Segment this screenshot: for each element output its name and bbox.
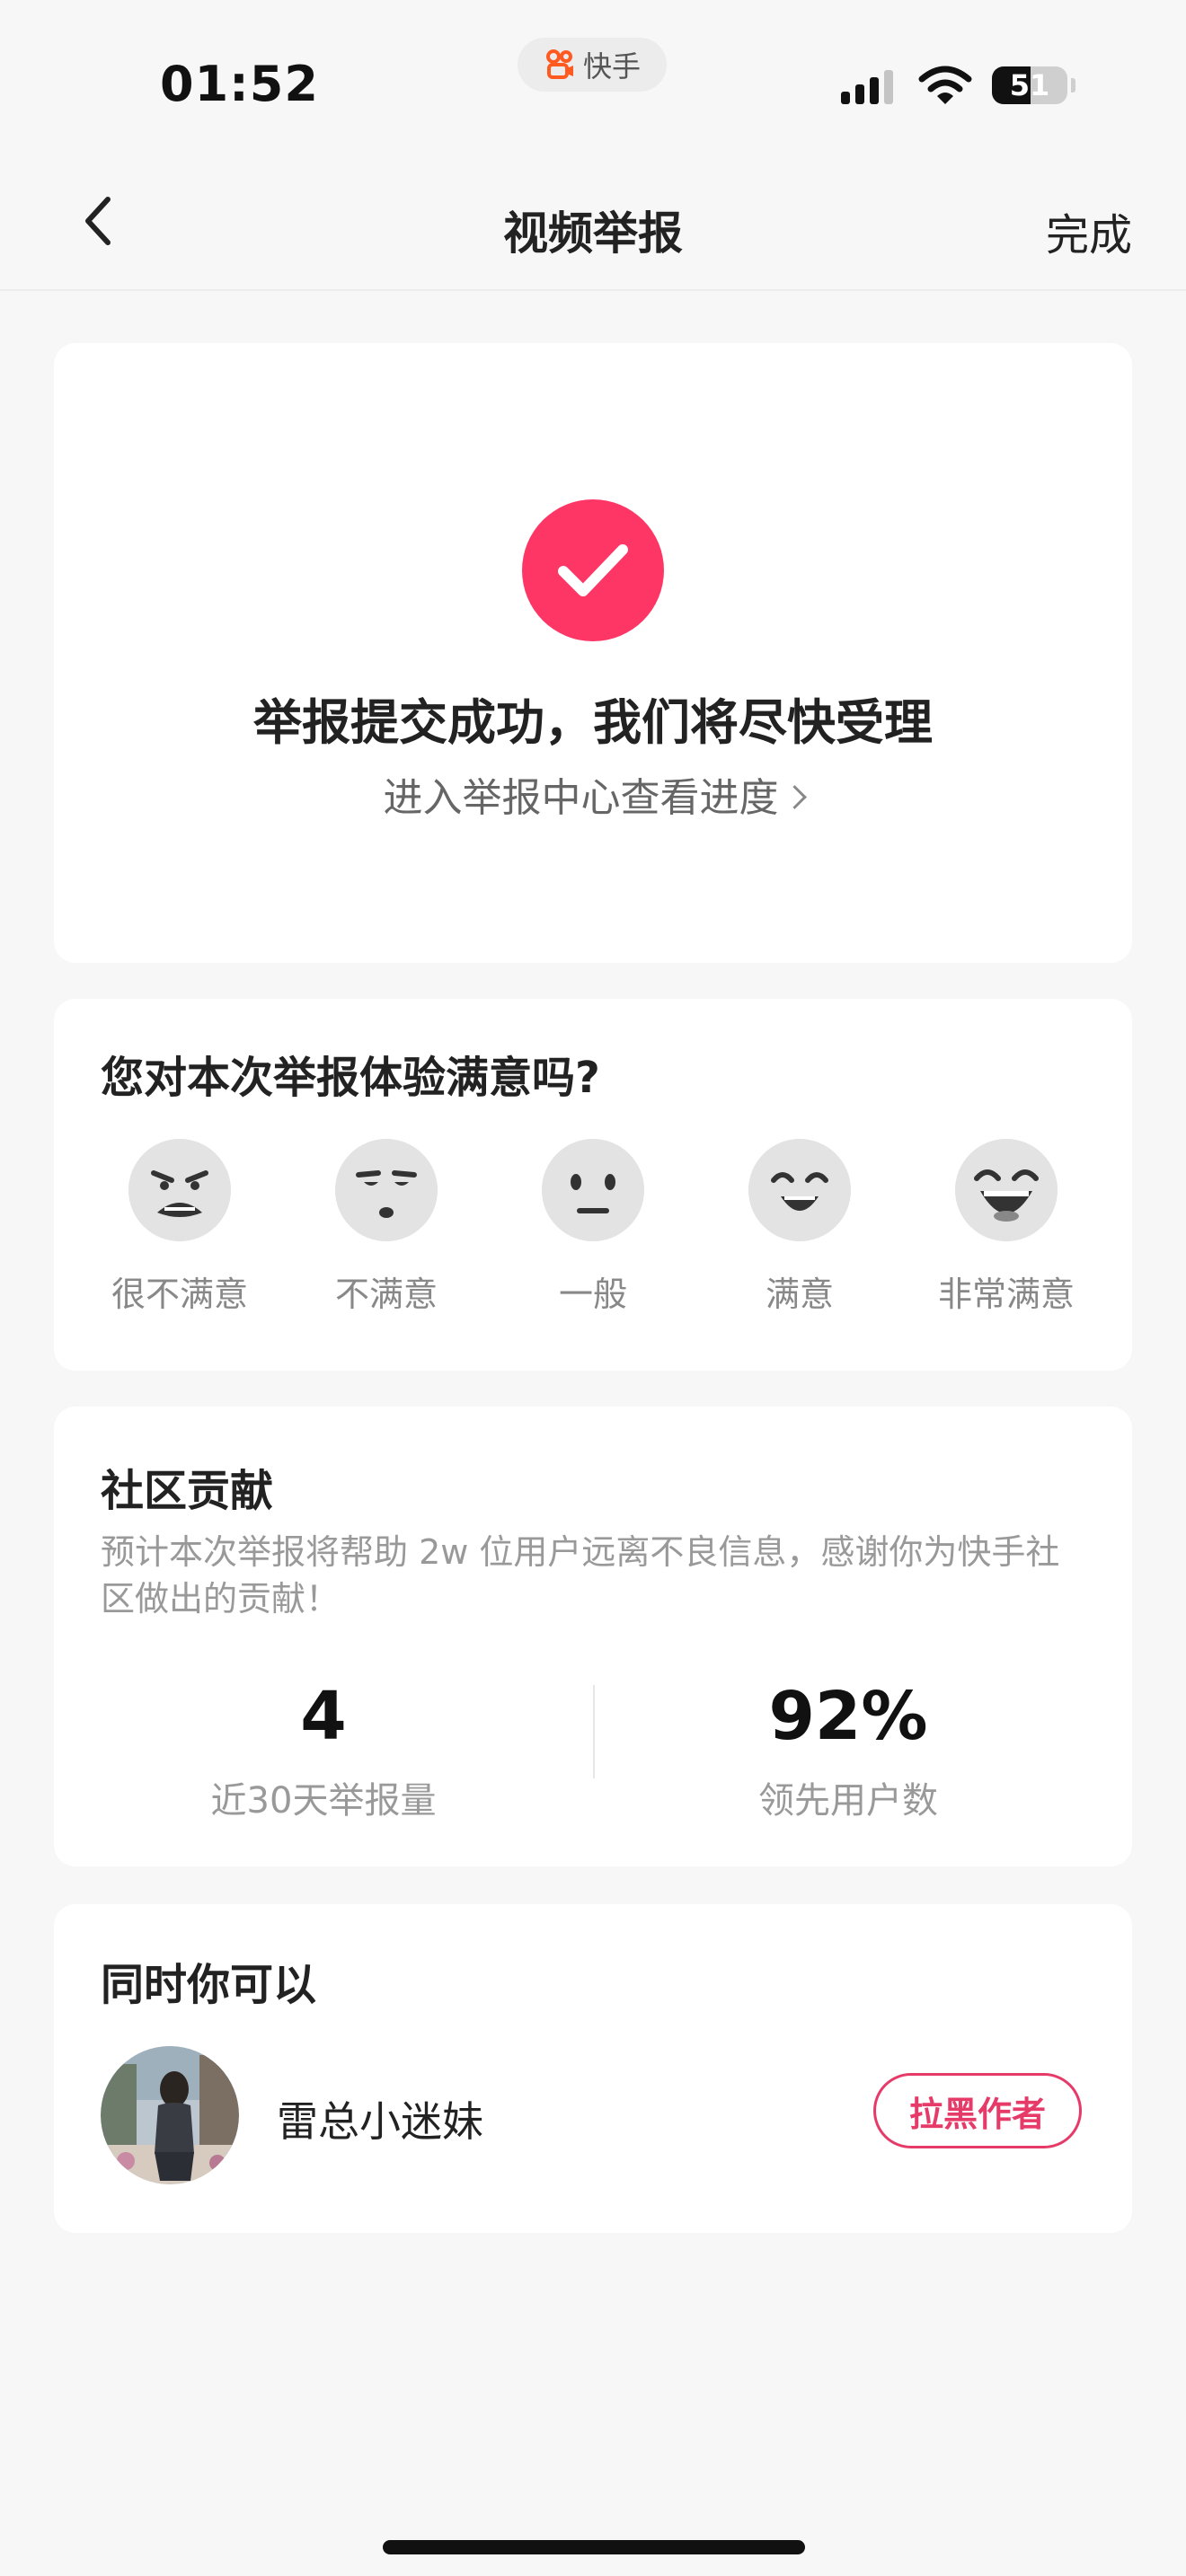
status-time: 01:52 — [160, 56, 319, 112]
stat-lead-percent: 92% 领先用户数 — [624, 1676, 1073, 1823]
satisfaction-question: 您对本次举报体验满意吗? — [101, 1053, 600, 1103]
satisfaction-card: 您对本次举报体验满意吗? 很不满意 不满意 一般 满意 非常满意 — [54, 999, 1132, 1371]
report-success-card: 举报提交成功，我们将尽快受理 进入举报中心查看进度 — [54, 343, 1132, 963]
page-title: 视频举报 — [503, 207, 683, 260]
stat-report-count: 4 近30天举报量 — [99, 1676, 548, 1823]
wifi-icon — [918, 66, 972, 104]
stat-label: 近30天举报量 — [210, 1780, 437, 1822]
author-name: 雷总小迷妹 — [277, 2097, 483, 2146]
rating-label: 满意 — [765, 1275, 834, 1314]
rating-label: 很不满意 — [111, 1275, 248, 1314]
stat-label: 领先用户数 — [758, 1780, 938, 1822]
rating-label: 一般 — [558, 1275, 627, 1314]
very-satisfied-face-icon — [955, 1139, 1058, 1241]
stat-value: 92% — [768, 1678, 928, 1755]
navigation-bar: 视频举报 完成 — [0, 153, 1186, 291]
report-center-link-label: 进入举报中心查看进度 — [383, 775, 779, 821]
success-check-icon — [522, 499, 664, 641]
chevron-right-icon — [782, 784, 807, 809]
status-bar: 01:52 快手 51 — [0, 0, 1186, 153]
done-button[interactable]: 完成 — [1046, 199, 1132, 262]
cellular-signal-icon — [841, 68, 893, 104]
neutral-face-icon — [542, 1139, 644, 1241]
stat-value: 4 — [300, 1678, 347, 1755]
further-actions-card: 同时你可以 雷总小迷妹 拉黑作者 — [54, 1904, 1132, 2233]
actions-heading: 同时你可以 — [101, 1960, 317, 2010]
rating-option-neutral[interactable]: 一般 — [512, 1139, 674, 1316]
community-contribution-card: 社区贡献 预计本次举报将帮助 2w 位用户远离不良信息，感谢你为快手社区做出的贡… — [54, 1407, 1132, 1866]
rating-label: 不满意 — [334, 1275, 438, 1314]
battery-icon: 51 — [992, 66, 1067, 104]
rating-option-very-satisfied[interactable]: 非常满意 — [925, 1139, 1087, 1316]
satisfied-face-icon — [748, 1139, 851, 1241]
rating-label: 非常满意 — [937, 1275, 1075, 1314]
success-title: 举报提交成功，我们将尽快受理 — [253, 694, 933, 751]
home-indicator[interactable] — [383, 2540, 805, 2554]
battery-cap — [1071, 78, 1075, 93]
battery-level: 51 — [1009, 68, 1050, 102]
rating-options: 很不满意 不满意 一般 满意 非常满意 — [99, 1139, 1087, 1316]
kuaishou-logo-icon — [545, 49, 573, 79]
unsatisfied-face-icon — [335, 1139, 438, 1241]
block-author-button[interactable]: 拉黑作者 — [873, 2073, 1082, 2148]
very-unsatisfied-face-icon — [128, 1139, 231, 1241]
report-center-link[interactable]: 进入举报中心查看进度 — [54, 765, 1132, 823]
stat-divider — [593, 1685, 595, 1778]
contribution-description: 预计本次举报将帮助 2w 位用户远离不良信息，感谢你为快手社区做出的贡献！ — [101, 1532, 1060, 1619]
app-indicator-pill[interactable]: 快手 — [518, 38, 667, 92]
contribution-heading: 社区贡献 — [101, 1466, 274, 1516]
app-name: 快手 — [582, 49, 641, 84]
rating-option-unsatisfied[interactable]: 不满意 — [305, 1139, 467, 1316]
author-avatar[interactable] — [101, 2046, 239, 2184]
rating-option-very-unsatisfied[interactable]: 很不满意 — [99, 1139, 261, 1316]
rating-option-satisfied[interactable]: 满意 — [719, 1139, 881, 1316]
